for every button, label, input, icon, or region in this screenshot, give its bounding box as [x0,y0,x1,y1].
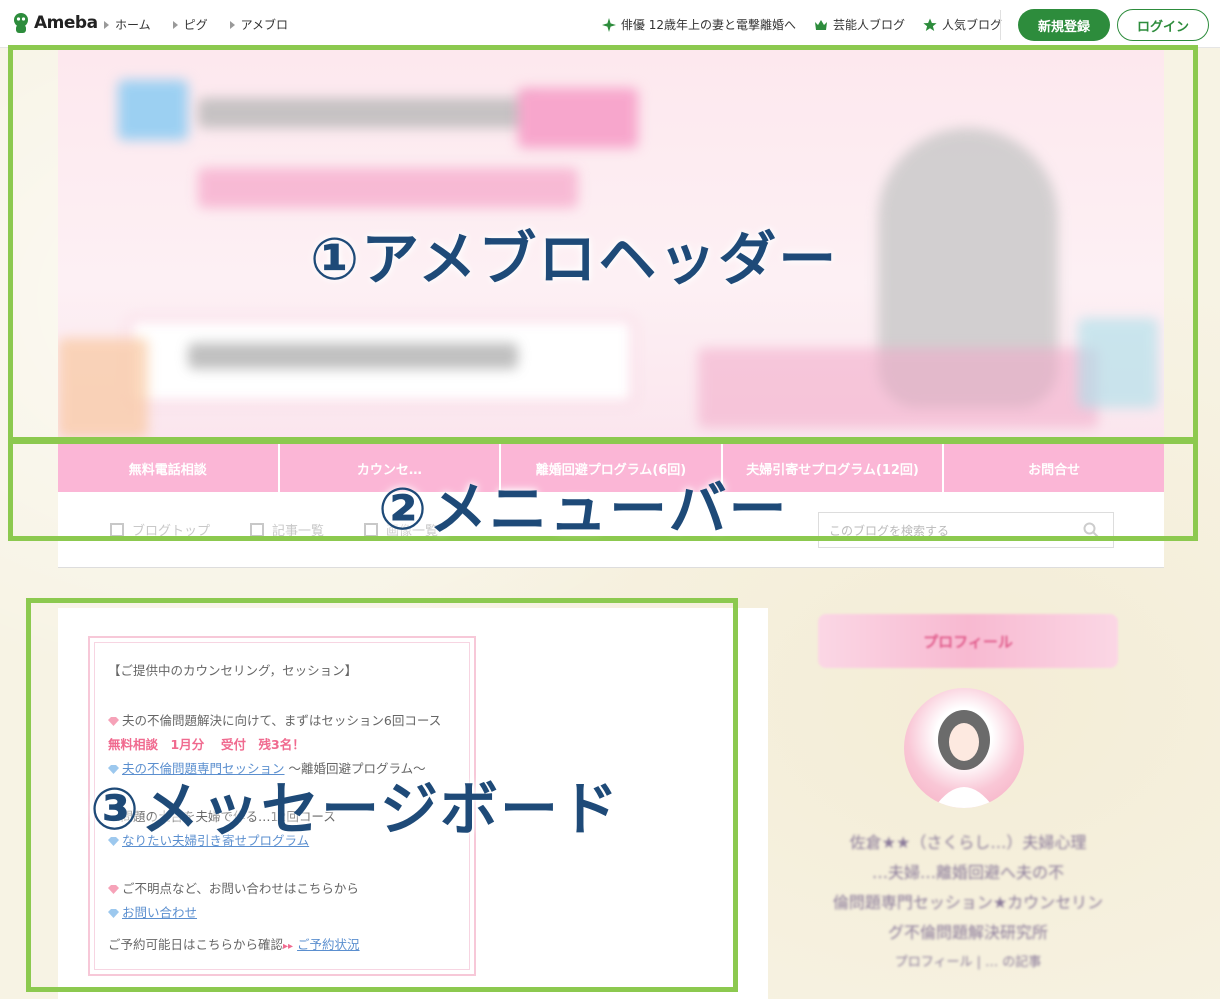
entry-list-label: 記事一覧 [272,524,325,539]
nav-home-label: ホーム [115,18,151,32]
header-blob [118,80,188,140]
annotation-label-menu: ②メニューバー [378,475,789,543]
trending-news-link[interactable]: 俳優 12歳年上の妻と電撃離婚へ [601,16,796,33]
nav-ameblo-label: アメブロ [240,18,289,32]
popular-blog-link[interactable]: 人気ブログ [923,16,1002,33]
celebrity-blog-label: 芸能人ブログ [832,18,905,32]
profile-banner: プロフィール [818,614,1118,668]
menu-contact[interactable]: お問合せ [944,444,1164,492]
ameba-mascot-icon [14,13,28,33]
popular-blog-label: 人気ブログ [941,18,1002,32]
profile-avatar[interactable] [904,688,1024,808]
triangle-icon [172,20,178,29]
menu-free-phone-consult[interactable]: 無料電話相談 [58,444,280,492]
divider [58,567,1164,568]
mb-heading: 【ご提供中のカウンセリング，セッション】 [108,663,358,678]
nav-pigg[interactable]: ピグ [172,16,208,33]
global-nav: ホーム ピグ アメブロ [104,16,288,33]
crown-icon [814,19,827,30]
nav-ameblo[interactable]: アメブロ [229,16,289,33]
ameba-logo[interactable]: Ameba [12,12,98,34]
blue-gem-icon [108,909,119,918]
triangle-icon [229,20,235,29]
mb-inquiry-note: ご不明点など、お問い合わせはこちらから [108,878,359,897]
celebrity-blog-link[interactable]: 芸能人ブログ [814,16,905,33]
document-icon [250,522,265,537]
triangle-icon [104,20,109,29]
mb-free-consult: 無料相談 1月分 受付 残3名！ [108,737,305,752]
mb-inquiry-link[interactable]: お問い合わせ [122,905,197,920]
mb-session-6: 夫の不倫問題解決に向けて、まずはセッション6回コース [108,710,441,729]
blog-top-label: ブログトップ [132,524,211,539]
header-blob [698,348,1098,428]
pink-gem-icon [108,717,119,726]
logo-text: Ameba [34,13,98,33]
profile-line: グ不倫問題解決研究所 [887,923,1048,942]
double-arrow-icon: ▸▸ [283,941,294,952]
profile-link[interactable]: プロフィール | … の記事 [818,948,1118,978]
mb-inquiry-note-text: ご不明点など、お問い合わせはこちらから [122,881,359,896]
mb-inquiry: お問い合わせ [108,902,197,921]
profile-description: 佐倉★★（さくらし…）夫婦心理 …夫婦…離婚回避へ夫の不 倫問題専門セッション★… [818,828,1118,978]
nav-pigg-label: ピグ [183,18,208,32]
header-blob [198,168,578,208]
annotation-label-message-board: ③メッセージボード [90,775,620,843]
trending-nav: 俳優 12歳年上の妻と電撃離婚へ 芸能人ブログ 人気ブログ [601,16,1002,33]
search-placeholder: このブログを検索する [829,523,950,538]
login-button[interactable]: ログイン [1117,9,1209,41]
mb-session-6-text: 夫の不倫問題解決に向けて、まずはセッション6回コース [122,713,442,728]
blog-search-input[interactable]: このブログを検索する [818,512,1114,548]
avatar-illustration [934,710,994,808]
blog-top-link[interactable]: ブログトップ [110,520,210,539]
list-icon [110,522,124,537]
annotation-label-header: ①アメブロヘッダー [310,225,839,293]
header-blob [188,343,518,369]
mb-reservation-link[interactable]: ご予約状況 [297,937,360,952]
pink-gem-icon [108,885,119,894]
mb-reservation-text: ご予約可能日はこちらから確認 [108,937,284,952]
header-blob [1078,318,1158,408]
header-blob [518,88,638,148]
sparkle-icon [601,17,616,32]
nav-home[interactable]: ホーム [104,16,151,33]
register-button[interactable]: 新規登録 [1018,9,1110,41]
entry-list-link[interactable]: 記事一覧 [250,520,324,539]
profile-line: 倫問題専門セッション★カウンセリン [832,893,1104,912]
star-icon [923,18,937,31]
header-blob [58,338,148,438]
trending-news-label: 俳優 12歳年上の妻と電撃離婚へ [620,18,796,32]
profile-line: …夫婦…離婚回避へ夫の不 [871,863,1064,882]
header-blob [198,98,538,128]
mb-reservation: ご予約可能日はこちらから確認▸▸ ご予約状況 [108,934,360,953]
ameba-top-bar: Ameba ホーム ピグ アメブロ 俳優 12歳年上の妻と電撃離婚へ 芸能人ブロ… [0,0,1220,48]
search-icon[interactable] [1083,522,1099,538]
profile-line: 佐倉★★（さくらし…）夫婦心理 [849,833,1087,852]
camera-icon [364,522,379,537]
divider [1000,10,1001,40]
